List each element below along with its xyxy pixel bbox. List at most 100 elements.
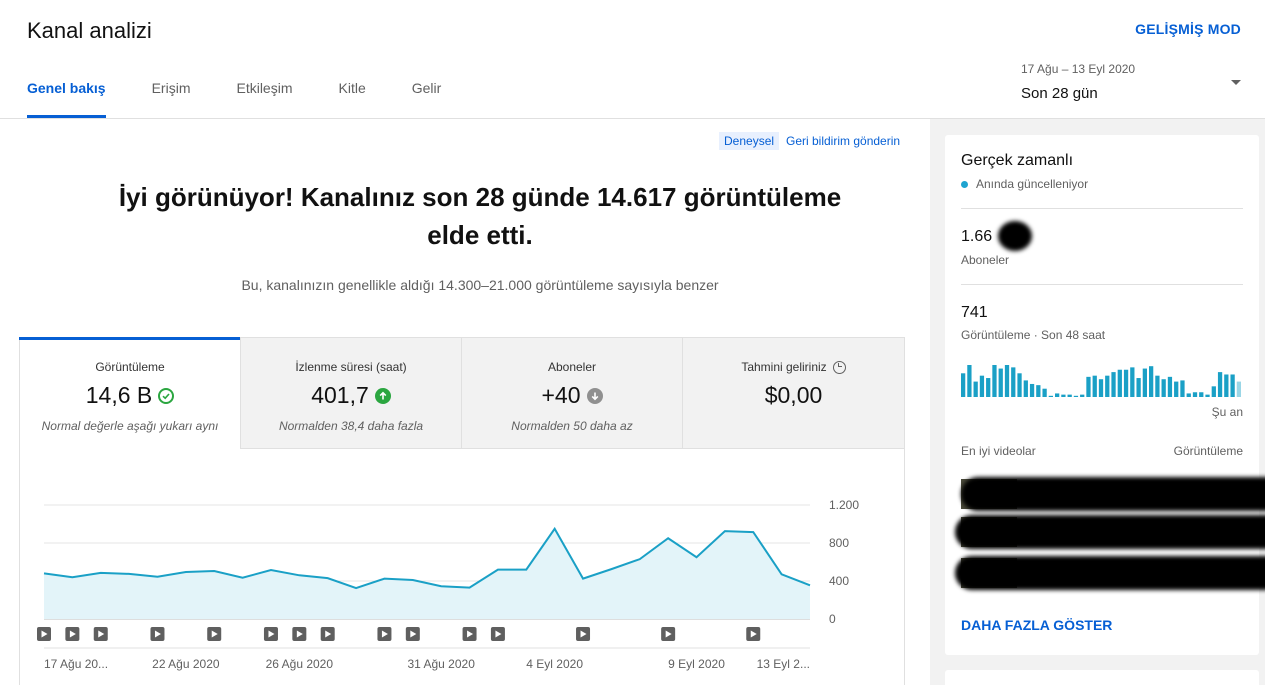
video-marker[interactable] [746, 627, 761, 641]
tab-overview[interactable]: Genel bakış [27, 80, 106, 118]
realtime-card: Gerçek zamanlı Anında güncelleniyor 1.66… [945, 135, 1265, 655]
realtime-bar[interactable] [1086, 376, 1091, 397]
realtime-bar[interactable] [1073, 395, 1079, 397]
arrow-up-icon [374, 387, 391, 404]
realtime-bar[interactable] [1192, 392, 1198, 397]
video-marker[interactable] [65, 627, 80, 641]
realtime-bar[interactable] [1211, 386, 1216, 397]
tab-reach[interactable]: Erişim [152, 80, 191, 118]
realtime-bar[interactable] [1123, 369, 1129, 397]
tab-engagement[interactable]: Etkileşim [236, 80, 292, 118]
video-marker[interactable] [405, 627, 420, 641]
top-video-row[interactable] [955, 556, 1265, 590]
realtime-bar[interactable] [1161, 379, 1166, 397]
realtime-bar[interactable] [1224, 374, 1229, 397]
y-tick-label: 1.200 [829, 498, 859, 512]
realtime-bar[interactable] [1080, 394, 1085, 397]
realtime-bar[interactable] [1174, 381, 1179, 397]
realtime-bar[interactable] [1205, 394, 1210, 397]
video-marker[interactable] [292, 627, 307, 641]
metric-value: +40 [462, 382, 682, 409]
redaction-blob [998, 221, 1032, 251]
realtime-bar[interactable] [1136, 378, 1141, 397]
realtime-bar[interactable] [1061, 394, 1066, 397]
realtime-bar[interactable] [1167, 376, 1173, 397]
realtime-bar[interactable] [1023, 380, 1028, 397]
tab-revenue[interactable]: Gelir [412, 80, 442, 118]
realtime-now-label: Şu an [1211, 405, 1243, 419]
realtime-bar[interactable] [1149, 366, 1154, 397]
realtime-bar[interactable] [1230, 374, 1235, 397]
metric-tab-views[interactable]: Görüntüleme 14,6 B Normal değerle aşağı … [19, 337, 241, 449]
realtime-bar[interactable] [1199, 392, 1204, 397]
realtime-bar[interactable] [1180, 380, 1185, 397]
video-marker[interactable] [263, 627, 278, 641]
realtime-bar[interactable] [961, 373, 966, 397]
metric-note: Normalden 38,4 daha fazla [278, 419, 424, 433]
arrow-down-icon [586, 387, 603, 404]
realtime-bar[interactable] [1055, 393, 1060, 397]
realtime-bar[interactable] [1186, 393, 1191, 397]
tab-bar: Genel bakış Erişim Etkileşim Kitle Gelir [27, 80, 487, 118]
realtime-bar[interactable] [1098, 379, 1104, 397]
top-video-row[interactable] [961, 477, 1265, 511]
headline-line-2: elde etti. [427, 220, 533, 250]
video-marker[interactable] [462, 627, 477, 641]
metric-tab-watch-time[interactable]: İzlenme süresi (saat) 401,7 Normalden 38… [241, 338, 462, 449]
video-marker[interactable] [661, 627, 676, 641]
redaction-blob [955, 515, 1265, 549]
realtime-bar[interactable] [1029, 383, 1035, 397]
clock-icon [832, 360, 846, 374]
video-marker[interactable] [320, 627, 335, 641]
metric-tab-subscribers[interactable]: Aboneler +40 Normalden 50 daha az [462, 338, 683, 449]
experimental-badge: Deneysel [719, 132, 780, 150]
realtime-subscribers-value: 1.66 [961, 228, 993, 245]
video-marker[interactable] [490, 627, 505, 641]
metric-tab-revenue[interactable]: Tahmini geliriniz $0,00 [683, 338, 904, 449]
realtime-bar[interactable] [1017, 373, 1022, 397]
realtime-bar[interactable] [1092, 375, 1097, 397]
video-marker[interactable] [37, 627, 51, 641]
realtime-bar[interactable] [1111, 372, 1116, 397]
video-marker[interactable] [150, 627, 165, 641]
video-marker[interactable] [93, 627, 108, 641]
redaction-blob [955, 556, 1265, 590]
metric-label: Tahmini geliriniz [683, 360, 904, 374]
realtime-bar[interactable] [1117, 369, 1122, 397]
realtime-views-value: 741 [961, 304, 988, 321]
date-range-picker[interactable]: 17 Ağu – 13 Eyl 2020 Son 28 gün [1021, 62, 1243, 102]
advanced-mode-button[interactable]: GELİŞMİŞ MOD [1135, 21, 1241, 37]
x-tick-label: 4 Eyl 2020 [526, 657, 583, 671]
metric-value: $0,00 [764, 382, 823, 408]
realtime-bar[interactable] [1142, 368, 1147, 397]
realtime-bar[interactable] [973, 381, 978, 397]
realtime-bar[interactable] [1048, 395, 1053, 397]
realtime-bar[interactable] [967, 365, 972, 397]
x-tick-label: 26 Ağu 2020 [266, 657, 334, 671]
x-tick-label: 17 Ağu 20... [44, 657, 108, 671]
realtime-bar[interactable] [1105, 375, 1110, 397]
realtime-subscribers-label: Aboneler [961, 253, 1010, 267]
video-marker[interactable] [377, 627, 392, 641]
video-marker[interactable] [207, 627, 222, 641]
realtime-bar[interactable] [1042, 388, 1047, 397]
send-feedback-link[interactable]: Geri bildirim gönderin [786, 134, 900, 148]
realtime-bar[interactable] [1130, 367, 1135, 397]
tab-audience[interactable]: Kitle [339, 80, 366, 118]
realtime-bar[interactable] [1011, 367, 1016, 397]
x-tick-label: 13 Eyl 2... [757, 657, 810, 671]
show-more-button[interactable]: DAHA FAZLA GÖSTER [961, 617, 1112, 633]
realtime-bar[interactable] [986, 378, 991, 397]
realtime-bar[interactable] [1155, 375, 1160, 397]
realtime-bar[interactable] [979, 375, 985, 397]
top-video-row[interactable] [955, 515, 1265, 549]
realtime-bar[interactable] [1236, 381, 1241, 397]
realtime-bar[interactable] [1036, 385, 1041, 397]
metric-value: 401,7 [241, 382, 461, 409]
realtime-bar[interactable] [1217, 372, 1223, 397]
realtime-bar[interactable] [998, 368, 1003, 397]
realtime-bar[interactable] [992, 365, 997, 397]
realtime-bar[interactable] [1004, 365, 1010, 397]
video-marker[interactable] [576, 627, 591, 641]
realtime-bar[interactable] [1067, 394, 1072, 397]
